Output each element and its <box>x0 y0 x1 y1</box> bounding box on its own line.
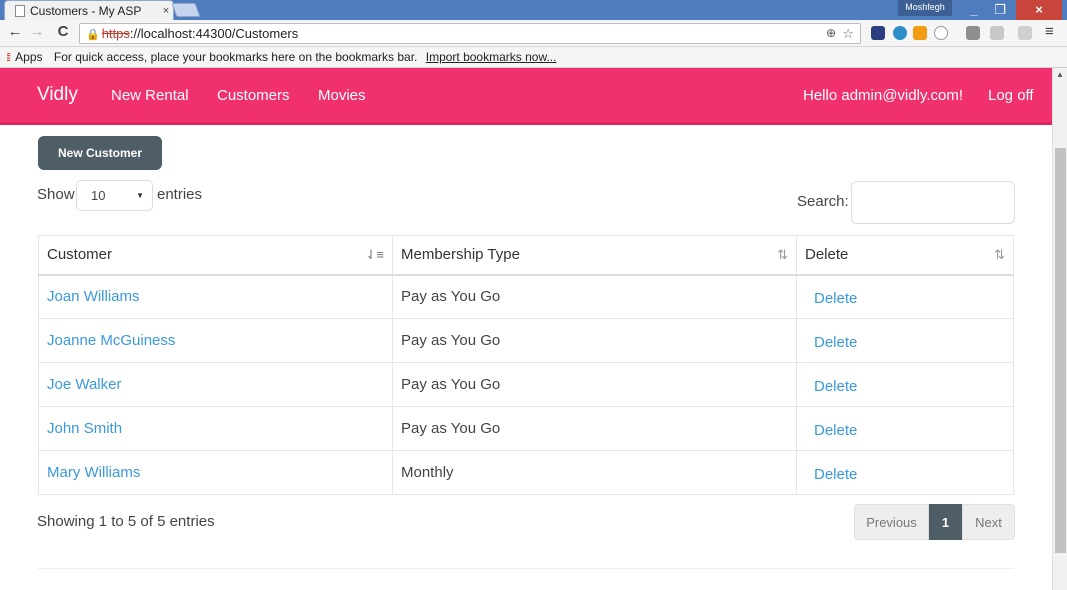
tab-close-icon[interactable]: × <box>159 5 173 17</box>
page-length-value: 10 <box>91 188 106 203</box>
dropdown-caret-icon: ▼ <box>136 191 144 200</box>
customer-cell: Mary Williams <box>38 450 393 495</box>
close-window-button[interactable]: × <box>1016 0 1062 20</box>
user-greeting[interactable]: Hello admin@vidly.com! <box>803 87 963 104</box>
membership-cell: Pay as You Go <box>392 274 797 319</box>
customer-link[interactable]: John Smith <box>47 420 122 437</box>
customer-cell: Joan Williams <box>38 274 393 319</box>
address-bar[interactable]: 🔒 https://localhost:44300/Customers ⊕ ☆ <box>79 23 861 44</box>
next-button[interactable]: Next <box>962 504 1015 540</box>
extension-icon[interactable] <box>871 26 885 40</box>
page-viewport: Vidly New Rental Customers Movies Hello … <box>0 68 1052 590</box>
table-row: Mary Williams Monthly Delete <box>38 450 1014 495</box>
header-delete[interactable]: Delete ⇅ <box>796 235 1014 276</box>
bookmark-star-icon[interactable]: ☆ <box>842 24 854 43</box>
search-input[interactable] <box>851 181 1015 224</box>
delete-link[interactable]: Delete <box>814 331 857 351</box>
table-header-row: Customer ⇃≡ Membership Type ⇅ Delete ⇅ <box>38 235 1014 276</box>
extension-circle-icon[interactable] <box>934 26 948 40</box>
rss-icon[interactable] <box>913 26 927 40</box>
browser-tab[interactable]: Customers - My ASP × <box>4 0 174 20</box>
membership-cell: Monthly <box>392 450 797 495</box>
back-arrow-icon[interactable]: ← <box>6 23 24 40</box>
header-customer[interactable]: Customer ⇃≡ <box>38 235 393 276</box>
table-row: John Smith Pay as You Go Delete <box>38 406 1014 451</box>
sort-icon: ⇅ <box>777 247 788 262</box>
header-label: Membership Type <box>401 246 520 264</box>
forward-arrow-icon[interactable]: → <box>28 23 46 40</box>
browser-toolbar: ← → C 🔒 https://localhost:44300/Customers… <box>0 20 1067 47</box>
url-scheme: https <box>101 26 130 41</box>
customer-link[interactable]: Joan Williams <box>47 288 140 305</box>
brand-logo[interactable]: Vidly <box>37 84 78 106</box>
nav-new-rental[interactable]: New Rental <box>111 87 189 104</box>
reload-icon[interactable]: C <box>54 23 72 40</box>
extension-hat-icon[interactable] <box>990 26 1004 40</box>
tab-title: Customers - My ASP <box>30 3 142 18</box>
maximize-button[interactable]: ❐ <box>986 0 1014 20</box>
header-label: Delete <box>805 246 849 264</box>
delete-link[interactable]: Delete <box>814 419 857 439</box>
new-tab-button[interactable] <box>171 3 201 17</box>
menu-icon[interactable]: ≡ <box>1045 23 1054 40</box>
import-bookmarks-link[interactable]: Import bookmarks now... <box>426 50 557 64</box>
bookmarks-bar: ⁞⁞⁞ Apps For quick access, place your boo… <box>0 47 1067 68</box>
profile-badge[interactable]: Moshfegh <box>898 0 952 16</box>
save-extension-icon[interactable] <box>966 26 980 40</box>
delete-cell: Delete <box>796 274 1014 319</box>
customer-cell: Joanne McGuiness <box>38 318 393 363</box>
entries-label: entries <box>157 186 203 203</box>
membership-cell: Pay as You Go <box>392 318 797 363</box>
delete-link[interactable]: Delete <box>814 375 857 395</box>
site-navbar: Vidly New Rental Customers Movies Hello … <box>0 68 1052 125</box>
logoff-link[interactable]: Log off <box>988 87 1034 104</box>
table-row: Joan Williams Pay as You Go Delete <box>38 274 1014 319</box>
table-info: Showing 1 to 5 of 5 entries <box>37 513 215 530</box>
nav-customers[interactable]: Customers <box>217 87 290 104</box>
url-path: ://localhost:44300/Customers <box>129 26 299 41</box>
bookmarks-hint: For quick access, place your bookmarks h… <box>53 50 418 64</box>
page-1-button[interactable]: 1 <box>929 504 962 540</box>
customer-cell: Joe Walker <box>38 362 393 407</box>
membership-cell: Pay as You Go <box>392 362 797 407</box>
customer-link[interactable]: Mary Williams <box>47 464 140 481</box>
scroll-thumb[interactable] <box>1055 148 1066 553</box>
extension-feed-icon[interactable] <box>1018 26 1032 40</box>
footer-divider <box>38 568 1014 569</box>
browser-titlebar: Customers - My ASP × Moshfegh _ ❐ × <box>0 0 1067 20</box>
page-length-select[interactable]: 10 ▼ <box>76 180 153 211</box>
customers-table: Customer ⇃≡ Membership Type ⇅ Delete ⇅ J… <box>38 235 1014 495</box>
delete-link[interactable]: Delete <box>814 287 857 307</box>
delete-cell: Delete <box>796 450 1014 495</box>
delete-cell: Delete <box>796 406 1014 451</box>
customer-link[interactable]: Joanne McGuiness <box>47 332 175 349</box>
minimize-button[interactable]: _ <box>960 0 988 20</box>
nav-movies[interactable]: Movies <box>318 87 366 104</box>
apps-label[interactable]: Apps <box>15 50 42 64</box>
apps-grid-icon[interactable]: ⁞⁞⁞ <box>6 52 11 64</box>
sort-asc-icon: ⇃≡ <box>365 247 384 262</box>
table-row: Joanne McGuiness Pay as You Go Delete <box>38 318 1014 363</box>
customer-cell: John Smith <box>38 406 393 451</box>
vertical-scrollbar[interactable]: ▲ <box>1052 68 1067 590</box>
extension-globe-icon[interactable] <box>893 26 907 40</box>
table-row: Joe Walker Pay as You Go Delete <box>38 362 1014 407</box>
membership-cell: Pay as You Go <box>392 406 797 451</box>
pagination: Previous 1 Next <box>854 504 1015 540</box>
search-label: Search: <box>797 193 849 210</box>
delete-cell: Delete <box>796 362 1014 407</box>
page-icon <box>15 4 25 17</box>
insecure-lock-icon: 🔒 <box>86 29 100 41</box>
scroll-up-icon[interactable]: ▲ <box>1056 70 1064 79</box>
zoom-icon[interactable]: ⊕ <box>826 24 836 43</box>
header-membership-type[interactable]: Membership Type ⇅ <box>392 235 797 276</box>
delete-cell: Delete <box>796 318 1014 363</box>
previous-button[interactable]: Previous <box>854 504 929 540</box>
customer-link[interactable]: Joe Walker <box>47 376 121 393</box>
show-label: Show <box>37 186 75 203</box>
delete-link[interactable]: Delete <box>814 463 857 483</box>
header-label: Customer <box>47 246 113 264</box>
sort-icon: ⇅ <box>994 247 1005 262</box>
new-customer-button[interactable]: New Customer <box>38 136 162 170</box>
